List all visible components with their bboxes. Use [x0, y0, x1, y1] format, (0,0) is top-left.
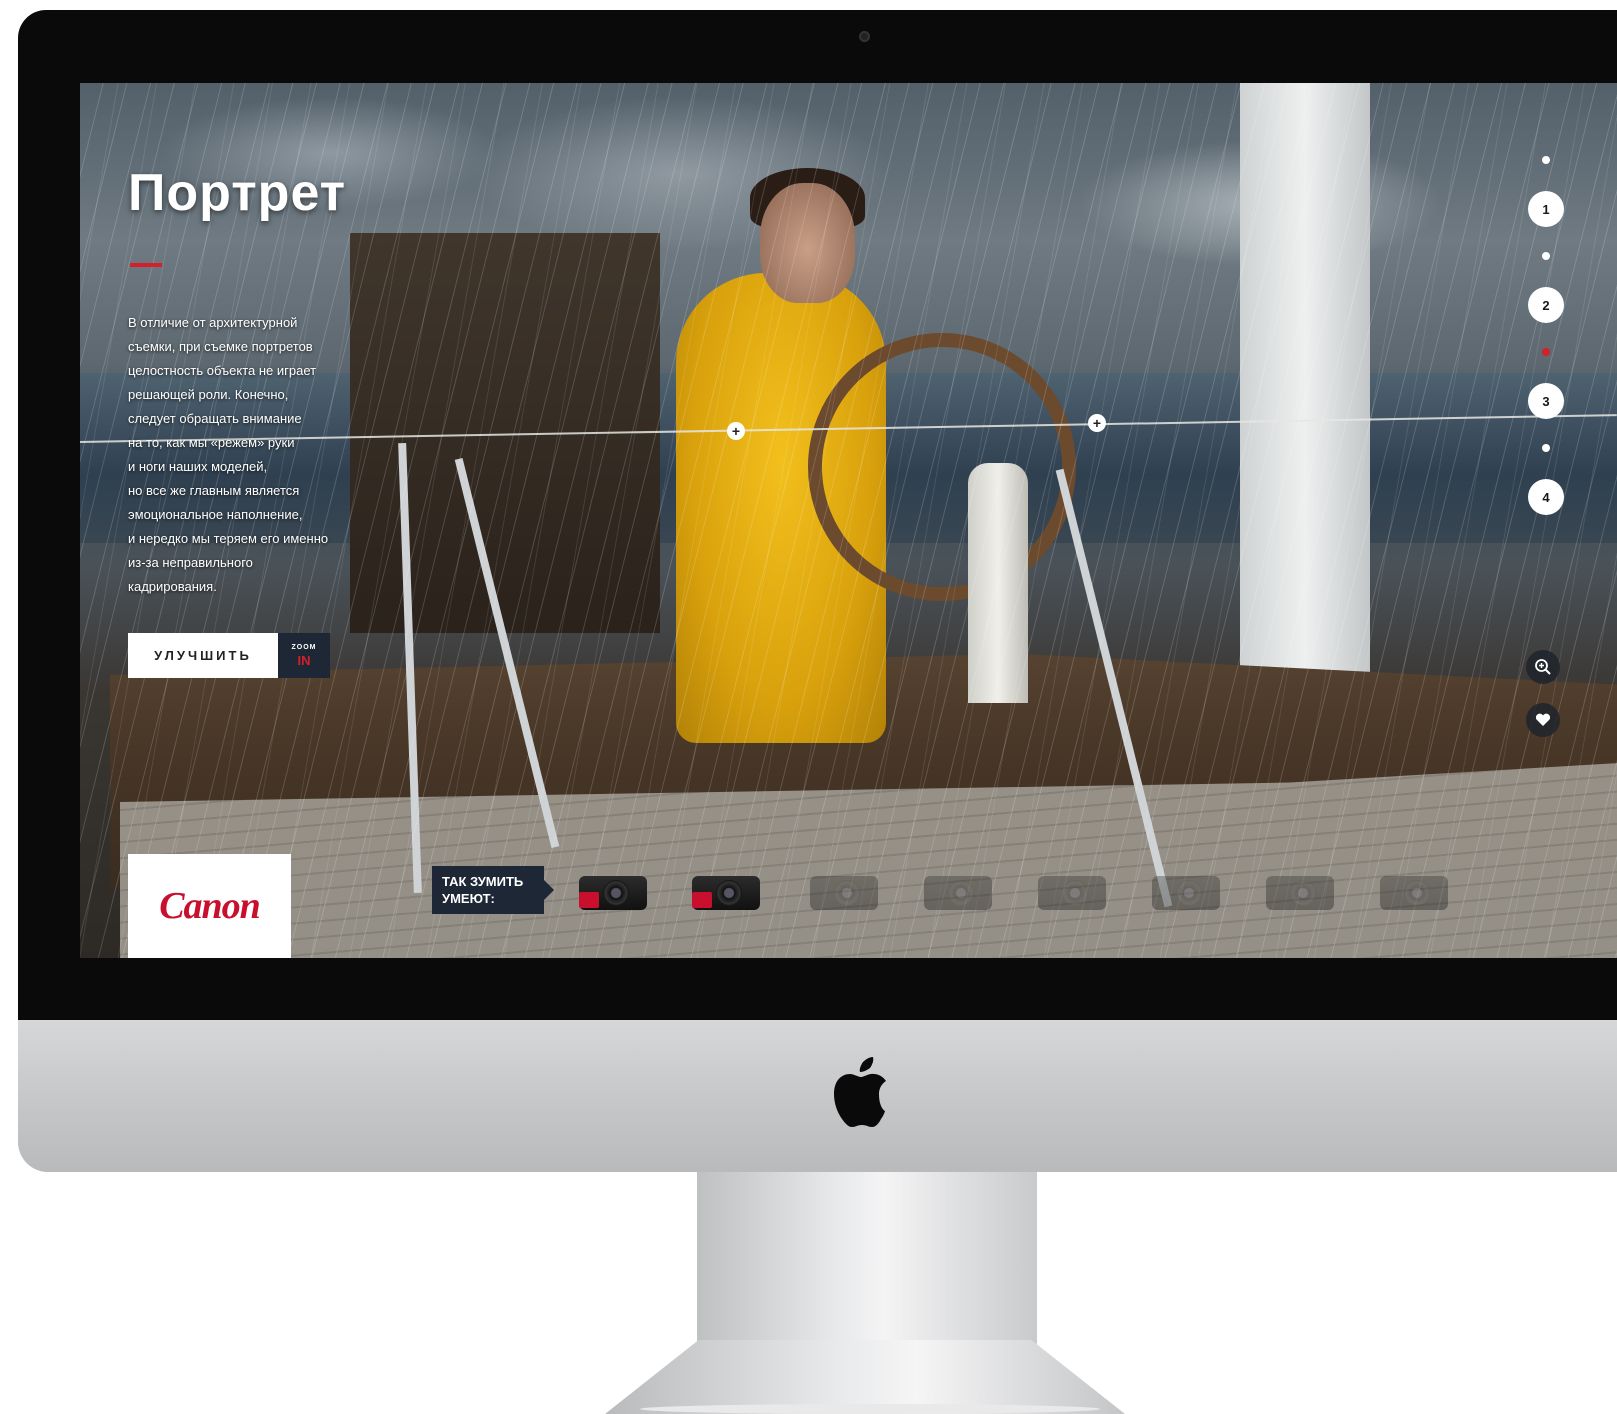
step-1-button[interactable]: 1 [1528, 191, 1564, 227]
camera-lens [1176, 880, 1202, 906]
compass-pedestal [968, 463, 1028, 703]
canon-logo-text: Canon [159, 885, 261, 927]
camera-lens [603, 880, 629, 906]
camera-lens [834, 880, 860, 906]
plus-icon[interactable]: + [1088, 414, 1106, 432]
zoom-badge [579, 892, 599, 908]
canon-logo[interactable]: Canon [128, 854, 291, 958]
title-accent-bar [130, 263, 162, 267]
apple-icon [834, 1057, 886, 1127]
camera-thumbnail-5[interactable] [1034, 866, 1110, 914]
page-title: Портрет [128, 164, 347, 222]
zoom-word: ZOOM [291, 644, 317, 651]
zoom-badge [692, 892, 712, 908]
page-description: В отличие от архитектурной съемки, при с… [128, 315, 329, 594]
zoom-in-badge[interactable]: ZOOM IN [278, 633, 330, 678]
camera-lens [1404, 880, 1430, 906]
step-navigation: 1 2 3 4 [1515, 143, 1575, 543]
stand-shadow [640, 1404, 1100, 1414]
camera-lens [1062, 880, 1088, 906]
camera-lens [948, 880, 974, 906]
nav-dot[interactable] [1542, 444, 1550, 452]
camera-thumbnail-7[interactable] [1262, 866, 1338, 914]
monitor-stand-foot [605, 1340, 1125, 1414]
zoom-cameras-label: ТАК ЗУМИТЬ УМЕЮТ: [432, 866, 554, 914]
camera-thumbnail-6[interactable] [1148, 866, 1224, 914]
camera-lens [716, 880, 742, 906]
step-3-button[interactable]: 3 [1528, 383, 1564, 419]
camera-thumbnail-8[interactable] [1376, 866, 1452, 914]
camera-thumbnail-2[interactable] [688, 866, 764, 914]
ship-wheel [808, 333, 1076, 601]
heart-icon[interactable] [1526, 703, 1560, 737]
nav-dot[interactable] [1542, 156, 1550, 164]
step-2-button[interactable]: 2 [1528, 287, 1564, 323]
camera-thumbnail-3[interactable] [806, 866, 882, 914]
monitor-stand-neck [697, 1172, 1037, 1362]
webcam-icon [859, 31, 870, 42]
monitor-chin [18, 1020, 1617, 1172]
zoom-in-icon[interactable] [1526, 650, 1560, 684]
improve-button[interactable]: УЛУЧШИТЬ [128, 633, 278, 678]
camera-thumbnail-1[interactable] [575, 866, 651, 914]
camera-thumbnail-4[interactable] [920, 866, 996, 914]
plus-icon[interactable]: + [727, 422, 745, 440]
zoom-in-word: IN [297, 653, 311, 668]
step-4-button[interactable]: 4 [1528, 479, 1564, 515]
website-screen: + + Портрет В отличие от архитектурной с… [80, 83, 1617, 958]
nav-dot[interactable] [1542, 252, 1550, 260]
figure-head [760, 183, 855, 303]
nav-dot-active[interactable] [1542, 348, 1550, 356]
improve-button-group[interactable]: УЛУЧШИТЬ ZOOM IN [128, 633, 330, 678]
camera-lens [1290, 880, 1316, 906]
